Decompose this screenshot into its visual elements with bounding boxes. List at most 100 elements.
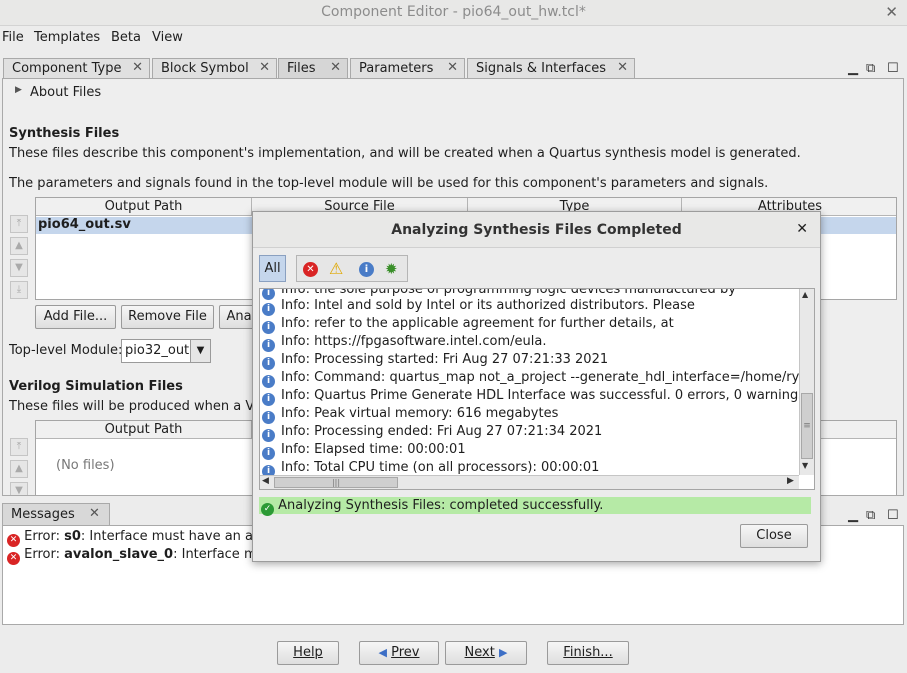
toplevel-module-select[interactable]: pio32_out ▼ [121,339,211,363]
error-filter-icon[interactable]: ✕ [303,262,318,277]
help-button[interactable]: Help [277,641,339,665]
tab-close-icon[interactable]: ✕ [330,60,341,75]
help-label: Help [293,645,323,660]
tab-parameters[interactable]: Parameters ✕ [350,58,465,78]
close-button[interactable]: Close [740,524,808,548]
menu-view[interactable]: View [152,30,183,45]
chevron-down-icon[interactable]: ▼ [190,340,210,362]
debug-filter-icon[interactable]: ✹ [385,260,398,278]
message-interface: avalon_slave_0 [64,547,174,562]
messages-tab-label: Messages [11,507,75,522]
scroll-down-icon[interactable]: ▼ [802,461,808,470]
info-icon: i [262,321,275,334]
detach-icon[interactable]: ⧉ [866,61,875,76]
menu-file[interactable]: File [2,30,24,45]
tab-block-symbol[interactable]: Block Symbol ✕ [152,58,277,78]
synthesis-heading: Synthesis Files [9,126,120,141]
minimize-icon[interactable]: ▁ [848,61,858,76]
tab-close-icon[interactable]: ✕ [447,60,458,75]
tab-files[interactable]: Files ✕ [278,58,348,78]
info-filter-icon[interactable]: i [359,262,374,277]
expand-arrow-icon[interactable]: ▶ [15,85,22,95]
next-button[interactable]: Next ▶ [445,641,527,665]
no-files-text: (No files) [56,458,115,473]
scroll-right-icon[interactable]: ▶ [787,476,794,486]
sim-move-up-button[interactable]: ▲ [10,460,28,478]
log-text: Info: Processing ended: Fri Aug 27 07:21… [281,424,603,439]
status-bar: ✓ Analyzing Synthesis Files: completed s… [259,497,811,516]
log-text: Info: the sole purpose of programming lo… [281,288,736,297]
message-row[interactable]: ✕ Error: s0: Interface must have an as [7,529,260,547]
sim-move-down-button[interactable]: ▼ [10,482,28,495]
status-text: Analyzing Synthesis Files: completed suc… [278,498,604,513]
info-icon: i [262,447,275,460]
info-icon: i [262,357,275,370]
move-top-button[interactable]: ⤒ [10,215,28,233]
messages-tab[interactable]: Messages ✕ [2,503,110,525]
left-arrow-icon: ◀ [378,646,387,659]
next-label: Next [464,645,495,660]
success-icon: ✓ [261,503,274,516]
scroll-left-icon[interactable]: ◀ [262,476,269,486]
tab-label: Signals & Interfaces [476,61,607,76]
add-file-button[interactable]: Add File... [35,305,116,329]
tab-component-type[interactable]: Component Type ✕ [3,58,150,78]
finish-button[interactable]: Finish... [547,641,629,665]
tab-close-icon[interactable]: ✕ [259,60,270,75]
maximize-icon[interactable]: ☐ [887,61,899,76]
vertical-scrollbar[interactable]: ▲ ≡ ▼ [799,289,814,475]
column-header[interactable]: Output Path [36,421,252,439]
remove-file-button[interactable]: Remove File [121,305,214,329]
tab-close-icon[interactable]: ✕ [89,506,100,521]
tab-signals-interfaces[interactable]: Signals & Interfaces ✕ [467,58,635,78]
filter-all-button[interactable]: All [259,255,286,282]
warning-filter-icon[interactable]: ⚠ [329,259,343,278]
sim-move-top-button[interactable]: ⤒ [10,438,28,456]
log-text: Info: Quartus Prime Generate HDL Interfa… [281,388,806,403]
prev-label: Prev [391,645,420,660]
tab-close-icon[interactable]: ✕ [132,60,143,75]
info-icon: i [262,303,275,316]
move-up-button[interactable]: ▲ [10,237,28,255]
message-row[interactable]: ✕ Error: avalon_slave_0: Interface mu [7,547,265,565]
message-text: : Interface must have an as [80,529,260,544]
msg-maximize-icon[interactable]: ☐ [887,508,899,523]
dialog-close-icon[interactable]: ✕ [796,221,808,237]
message-prefix: Error: [24,547,65,562]
log-line: i Info: Peak virtual memory: 616 megabyte… [262,406,558,424]
error-icon: ✕ [7,552,20,565]
msg-detach-icon[interactable]: ⧉ [866,508,875,523]
log-line: i Info: Processing started: Fri Aug 27 07… [262,352,608,370]
vertical-scroll-thumb[interactable]: ≡ [801,393,813,459]
menu-templates[interactable]: Templates [34,30,100,45]
info-icon: i [262,429,275,442]
log-line: i Info: Intel and sold by Intel or its au… [262,298,695,316]
tab-close-icon[interactable]: ✕ [617,60,628,75]
log-text: Info: Command: quartus_map not_a_project… [281,370,815,385]
log-text: Info: Total CPU time (on all processors)… [281,460,600,475]
log-text: Info: Intel and sold by Intel or its aut… [281,298,695,313]
about-files-toggle[interactable]: About Files [30,85,101,100]
status-line: ✓ Analyzing Synthesis Files: completed s… [261,498,603,516]
log-line: i Info: Command: quartus_map not_a_projec… [262,370,815,388]
toplevel-module-label: Top-level Module: [9,343,123,358]
right-arrow-icon: ▶ [498,646,508,659]
horizontal-scrollbar[interactable]: ◀ ||| ▶ [260,475,799,489]
info-icon: i [262,339,275,352]
window-close-icon[interactable]: ✕ [885,3,898,21]
error-icon: ✕ [7,534,20,547]
msg-minimize-icon[interactable]: ▁ [848,508,858,523]
horizontal-scroll-thumb[interactable]: ||| [274,477,398,488]
column-header[interactable]: Output Path [36,198,252,216]
log-area[interactable]: i Info: the sole purpose of programming l… [259,288,815,490]
info-icon: i [262,393,275,406]
prev-button[interactable]: ◀ Prev [359,641,439,665]
log-text: Info: Elapsed time: 00:00:01 [281,442,466,457]
menu-beta[interactable]: Beta [111,30,141,45]
message-interface: s0 [64,529,81,544]
move-down-button[interactable]: ▼ [10,259,28,277]
info-icon: i [262,375,275,388]
move-bottom-button[interactable]: ⤓ [10,281,28,299]
tab-label: Parameters [359,61,434,76]
scroll-up-icon[interactable]: ▲ [802,290,808,299]
